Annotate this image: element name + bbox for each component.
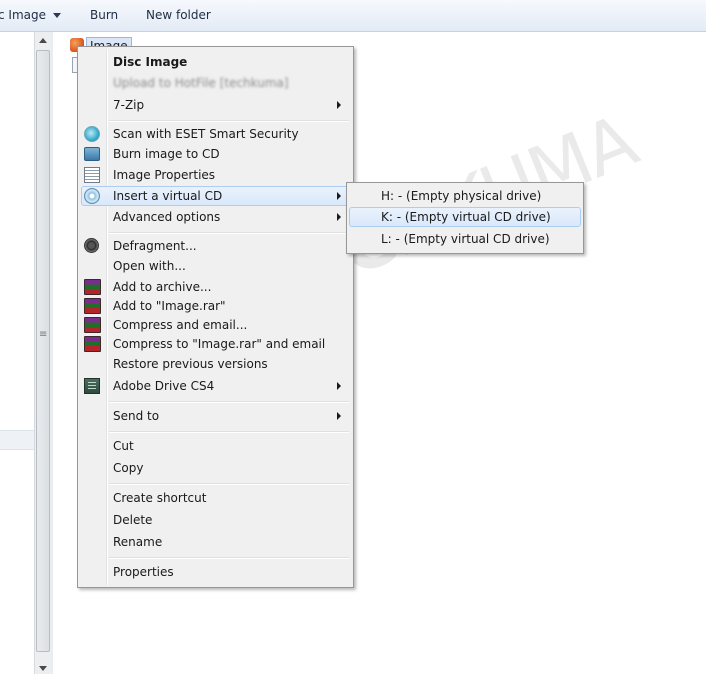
submenu-arrow-icon [337,101,341,109]
eset-shield-icon [84,126,100,142]
menu-item-label: Defragment... [113,239,197,253]
menu-item-add-to-archive[interactable]: Add to archive... [80,277,351,297]
menu-item-create-shortcut[interactable]: Create shortcut [80,488,351,508]
submenu-item-label: L: - (Empty virtual CD drive) [381,232,550,246]
burn-disc-icon [84,147,100,161]
submenu-item-label: K: - (Empty virtual CD drive) [381,210,551,224]
menu-item-label: Open with... [113,259,186,273]
scrollbar-grip-icon: ≡ [39,329,48,340]
menu-item-rename[interactable]: Rename [80,532,351,552]
menu-item-label: Scan with ESET Smart Security [113,127,299,141]
context-menu: Disc Image Upload to HotFile [techkuma] … [77,46,354,588]
navigation-selected-item[interactable] [0,430,34,450]
menu-item-delete[interactable]: Delete [80,510,351,530]
menu-item-label: Burn image to CD [113,147,220,161]
submenu-item-drive-l[interactable]: L: - (Empty virtual CD drive) [349,229,581,249]
menu-separator [109,401,349,403]
menu-item-label: Copy [113,461,144,475]
menu-separator [109,120,349,122]
submenu-item-drive-k[interactable]: K: - (Empty virtual CD drive) [349,207,581,227]
new-folder-button[interactable]: New folder [146,8,211,22]
menu-item-label: Insert a virtual CD [113,189,223,203]
menu-item-label: Compress and email... [113,318,248,332]
winrar-books-icon [84,317,101,333]
winrar-books-icon [84,279,101,295]
menu-item-label: Disc Image [113,55,188,69]
submenu-item-label: H: - (Empty physical drive) [381,189,542,203]
menu-item-burn-image[interactable]: Burn image to CD [80,144,351,164]
menu-item-adobe-drive[interactable]: Adobe Drive CS4 [80,376,351,396]
menu-item-label: Rename [113,535,163,549]
menu-item-copy[interactable]: Copy [80,458,351,478]
menu-item-label: Image Properties [113,168,216,182]
submenu-arrow-icon [337,382,341,390]
menu-item-label: Delete [113,513,153,527]
defragment-icon [84,238,99,253]
adobe-drive-icon [84,378,100,394]
pane-splitter[interactable] [51,32,53,674]
burn-button[interactable]: Burn [90,8,118,22]
image-properties-icon [84,167,100,183]
menu-item-compress-rar-email[interactable]: Compress to "Image.rar" and email [80,334,351,354]
menu-item-label: Add to archive... [113,280,212,294]
winrar-books-icon [84,298,101,314]
menu-item-label: Restore previous versions [113,357,268,371]
menu-separator [109,483,349,485]
menu-item-properties[interactable]: Properties [80,562,351,582]
menu-item-cut[interactable]: Cut [80,436,351,456]
menu-separator [109,431,349,433]
menu-item-disc-image[interactable]: Disc Image [80,52,351,72]
menu-item-advanced-options[interactable]: Advanced options [80,207,351,227]
menu-item-label: 7-Zip [113,98,145,112]
navigation-scrollbar[interactable]: ≡ [34,32,51,674]
virtual-cd-icon [84,188,100,204]
menu-item-add-to-rar[interactable]: Add to "Image.rar" [80,296,351,316]
menu-item-label: Add to "Image.rar" [113,299,226,313]
menu-item-label: Cut [113,439,134,453]
submenu-item-drive-h[interactable]: H: - (Empty physical drive) [349,186,581,206]
command-toolbar: c Image Burn New folder [0,0,706,32]
navigation-pane [0,32,34,674]
menu-item-scan-eset[interactable]: Scan with ESET Smart Security [80,124,351,144]
virtual-cd-submenu: H: - (Empty physical drive) K: - (Empty … [346,182,584,254]
chevron-down-icon[interactable] [53,13,61,18]
submenu-arrow-icon [337,192,341,200]
menu-item-label: Advanced options [113,210,221,224]
menu-item-send-to[interactable]: Send to [80,406,351,426]
menu-item-open-with[interactable]: Open with... [80,256,351,276]
menu-item-insert-virtual-cd[interactable]: Insert a virtual CD [80,186,351,206]
menu-item-upload-hotfile[interactable]: Upload to HotFile [techkuma] [80,73,351,93]
menu-item-label: Send to [113,409,160,423]
menu-item-label: Create shortcut [113,491,207,505]
scrollbar-thumb[interactable] [36,50,50,652]
menu-item-label: Properties [113,565,174,579]
submenu-arrow-icon [337,213,341,221]
menu-item-defragment[interactable]: Defragment... [80,236,351,256]
submenu-arrow-icon [337,412,341,420]
menu-item-7zip[interactable]: 7-Zip [80,95,351,115]
scroll-up-arrow-icon[interactable] [39,38,47,43]
menu-item-label: Adobe Drive CS4 [113,379,215,393]
menu-separator [109,232,349,234]
menu-item-compress-email[interactable]: Compress and email... [80,315,351,335]
menu-item-label: Compress to "Image.rar" and email [113,337,326,351]
menu-item-restore-previous-versions[interactable]: Restore previous versions [80,354,351,374]
scroll-down-arrow-icon[interactable] [39,666,47,671]
disc-image-menu-button[interactable]: c Image [0,8,46,22]
menu-item-image-properties[interactable]: Image Properties [80,165,351,185]
winrar-books-icon [84,336,101,352]
menu-item-label: Upload to HotFile [techkuma] [113,76,289,90]
menu-separator [109,557,349,559]
